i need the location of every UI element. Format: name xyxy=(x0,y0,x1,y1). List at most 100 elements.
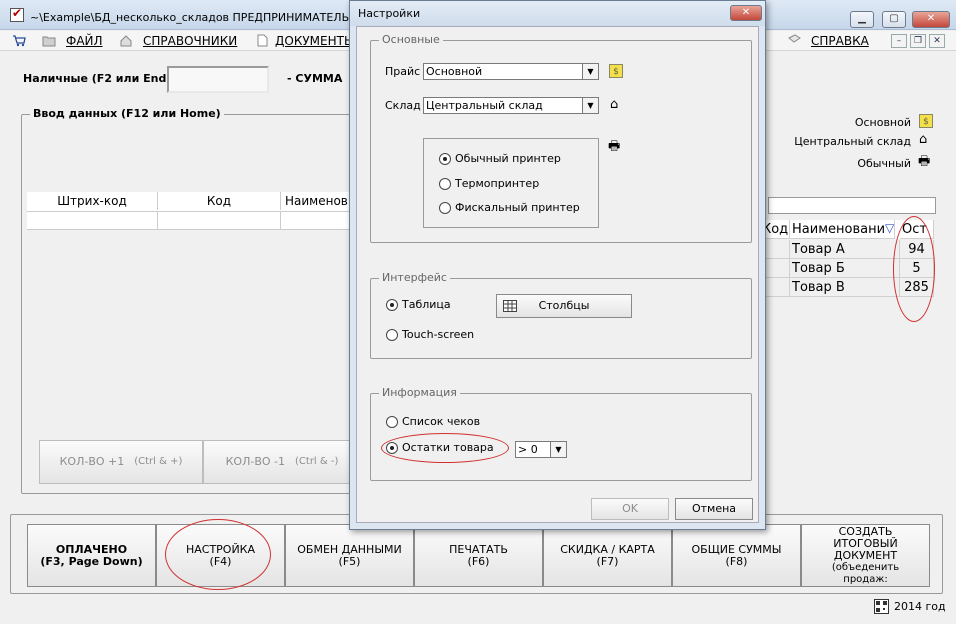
info-receipts-radio[interactable] xyxy=(386,416,398,428)
price-icon: $ xyxy=(919,114,933,128)
chevron-down-icon[interactable]: ▼ xyxy=(582,98,598,113)
row-name: Товар А xyxy=(790,240,900,259)
ok-button[interactable]: OK xyxy=(591,498,669,520)
menu-file[interactable]: ФАЙЛ xyxy=(66,34,103,48)
mdi-restore-button[interactable]: ❐ xyxy=(910,34,926,48)
cancel-button[interactable]: Отмена xyxy=(675,498,753,520)
data-entry-group: Ввод данных (F12 или Home) xyxy=(21,107,361,494)
interface-table-radio[interactable] xyxy=(386,299,398,311)
settings-dialog: Настройки ✕ Основные Прайс Основной ▼ $ … xyxy=(349,0,766,530)
minimize-button[interactable]: ▁ xyxy=(850,11,874,28)
discount-card-shortcut: (F7) xyxy=(596,554,619,568)
ok-button-label: OK xyxy=(622,502,638,515)
interface-group: Интерфейс xyxy=(370,271,752,359)
qty-minus-label: КОЛ-ВО -1 xyxy=(225,455,286,468)
stock-header-name[interactable]: Наименовани xyxy=(790,220,895,239)
sort-desc-icon[interactable]: ▽ xyxy=(885,221,894,235)
grid-header-name[interactable]: Наименов xyxy=(281,192,349,210)
stock-header-stock[interactable]: Ост xyxy=(900,220,934,239)
main-window-title: ~\Example\БД_несколько_складов ПРЕДПРИНИ… xyxy=(30,11,350,24)
interface-group-title: Интерфейс xyxy=(379,271,450,284)
stock-table-header: Код Наименовани ▽ Ост xyxy=(762,220,934,239)
basic-group-title: Основные xyxy=(379,33,443,46)
mdi-close-button[interactable]: ✕ xyxy=(929,34,945,48)
discount-card-button[interactable]: СКИДКА / КАРТА (F7) xyxy=(543,524,672,587)
dialog-close-button[interactable]: ✕ xyxy=(730,5,762,21)
paid-label: ОПЛАЧЕНО xyxy=(55,542,128,556)
table-row[interactable]: Товар В 285 xyxy=(762,278,934,297)
discount-card-label: СКИДКА / КАРТА xyxy=(560,542,655,556)
printer-fiscal-radio[interactable] xyxy=(439,202,451,214)
grid-header-barcode[interactable]: Штрих-код xyxy=(27,192,158,210)
price-icon: $ xyxy=(609,64,623,78)
print-button[interactable]: ПЕЧАТАТЬ (F6) xyxy=(414,524,543,587)
cart-icon[interactable] xyxy=(12,34,26,47)
entry-grid: Штрих-код Код Наименов xyxy=(27,192,349,230)
row-stock: 94 xyxy=(900,240,934,259)
grid-empty-row[interactable] xyxy=(27,211,349,230)
paid-button[interactable]: ОПЛАЧЕНО (F3, Page Down) xyxy=(27,524,156,587)
printer-normal-radio[interactable] xyxy=(439,153,451,165)
qty-plus-shortcut: (Ctrl & +) xyxy=(134,456,183,467)
menu-references[interactable]: СПРАВОЧНИКИ xyxy=(143,34,237,48)
table-row[interactable]: Товар Б 5 xyxy=(762,259,934,278)
dialog-body: Основные Прайс Основной ▼ $ Склад Центра… xyxy=(356,26,759,523)
folder-icon xyxy=(42,36,56,47)
info-receipts-label: Список чеков xyxy=(402,415,481,428)
printer-normal-label: Обычный принтер xyxy=(455,152,561,165)
paid-shortcut: (F3, Page Down) xyxy=(40,554,143,568)
printer-thermal-radio[interactable] xyxy=(439,178,451,190)
settings-label: НАСТРОЙКА xyxy=(185,542,256,556)
interface-touch-radio[interactable] xyxy=(386,329,398,341)
data-exchange-button[interactable]: ОБМЕН ДАННЫМИ (F5) xyxy=(285,524,414,587)
printer-fiscal-label: Фискальный принтер xyxy=(455,201,580,214)
app-icon xyxy=(10,6,24,22)
dialog-title-bar: Настройки ✕ xyxy=(350,1,765,26)
information-group: Информация xyxy=(370,386,752,481)
print-label: ПЕЧАТАТЬ xyxy=(449,542,508,556)
qty-plus-label: КОЛ-ВО +1 xyxy=(59,455,125,468)
cancel-button-label: Отмена xyxy=(691,502,737,515)
table-row[interactable]: Товар А 94 xyxy=(762,240,934,259)
printer-thermal-label: Термопринтер xyxy=(455,177,540,190)
settings-button[interactable]: НАСТРОЙКА (F4) xyxy=(156,524,285,587)
qty-minus-button[interactable]: КОЛ-ВО -1 (Ctrl & -) xyxy=(203,440,361,484)
warehouse-select[interactable]: Центральный склад ▼ xyxy=(423,97,599,114)
data-exchange-label: ОБМЕН ДАННЫМИ xyxy=(297,542,402,556)
chevron-down-icon[interactable]: ▼ xyxy=(550,442,566,457)
price-select-value: Основной xyxy=(426,65,483,78)
create-summary-label: СОЗДАТЬ ИТОГОВЫЙ ДОКУМЕНТ xyxy=(833,524,898,562)
chevron-down-icon[interactable]: ▼ xyxy=(582,64,598,79)
qty-plus-button[interactable]: КОЛ-ВО +1 (Ctrl & +) xyxy=(39,440,203,484)
create-summary-note: (объеденить продаж: xyxy=(831,561,900,585)
info-stock-radio[interactable] xyxy=(386,442,398,454)
close-button[interactable]: ✕ xyxy=(912,11,950,28)
warehouse-select-value: Центральный склад xyxy=(426,99,543,112)
cash-input[interactable] xyxy=(167,66,269,93)
total-sums-button[interactable]: ОБЩИЕ СУММЫ (F8) xyxy=(672,524,801,587)
menu-documents[interactable]: ДОКУМЕНТЫ xyxy=(275,34,355,48)
interface-table-label: Таблица xyxy=(402,298,451,311)
help-book-icon xyxy=(788,34,801,43)
document-icon xyxy=(257,34,268,47)
qr-code-icon xyxy=(874,599,889,614)
data-entry-title: Ввод данных (F12 или Home) xyxy=(30,107,224,120)
grid-header-code[interactable]: Код xyxy=(158,192,281,210)
warehouse-field-label: Склад xyxy=(385,99,421,112)
mdi-minimize-button[interactable]: – xyxy=(891,34,907,48)
maximize-button[interactable]: ▢ xyxy=(882,11,906,28)
row-name: Товар Б xyxy=(790,259,900,278)
price-select[interactable]: Основной ▼ xyxy=(423,63,599,80)
table-grid-icon xyxy=(503,300,517,312)
columns-button-label: Столбцы xyxy=(538,299,590,312)
stock-filter-select[interactable]: > 0 ▼ xyxy=(515,441,567,458)
row-stock: 285 xyxy=(900,278,934,297)
columns-button[interactable]: Столбцы xyxy=(496,294,632,318)
sum-label: - СУММА xyxy=(287,72,343,85)
warehouse-home-icon: ⌂ xyxy=(919,132,928,147)
search-filter-input[interactable] xyxy=(768,197,936,214)
home-icon xyxy=(120,35,132,47)
create-summary-document-button[interactable]: СОЗДАТЬ ИТОГОВЫЙ ДОКУМЕНТ (объеденить пр… xyxy=(801,524,930,587)
stock-header-code[interactable]: Код xyxy=(762,220,790,239)
menu-help[interactable]: СПРАВКА xyxy=(811,34,869,48)
